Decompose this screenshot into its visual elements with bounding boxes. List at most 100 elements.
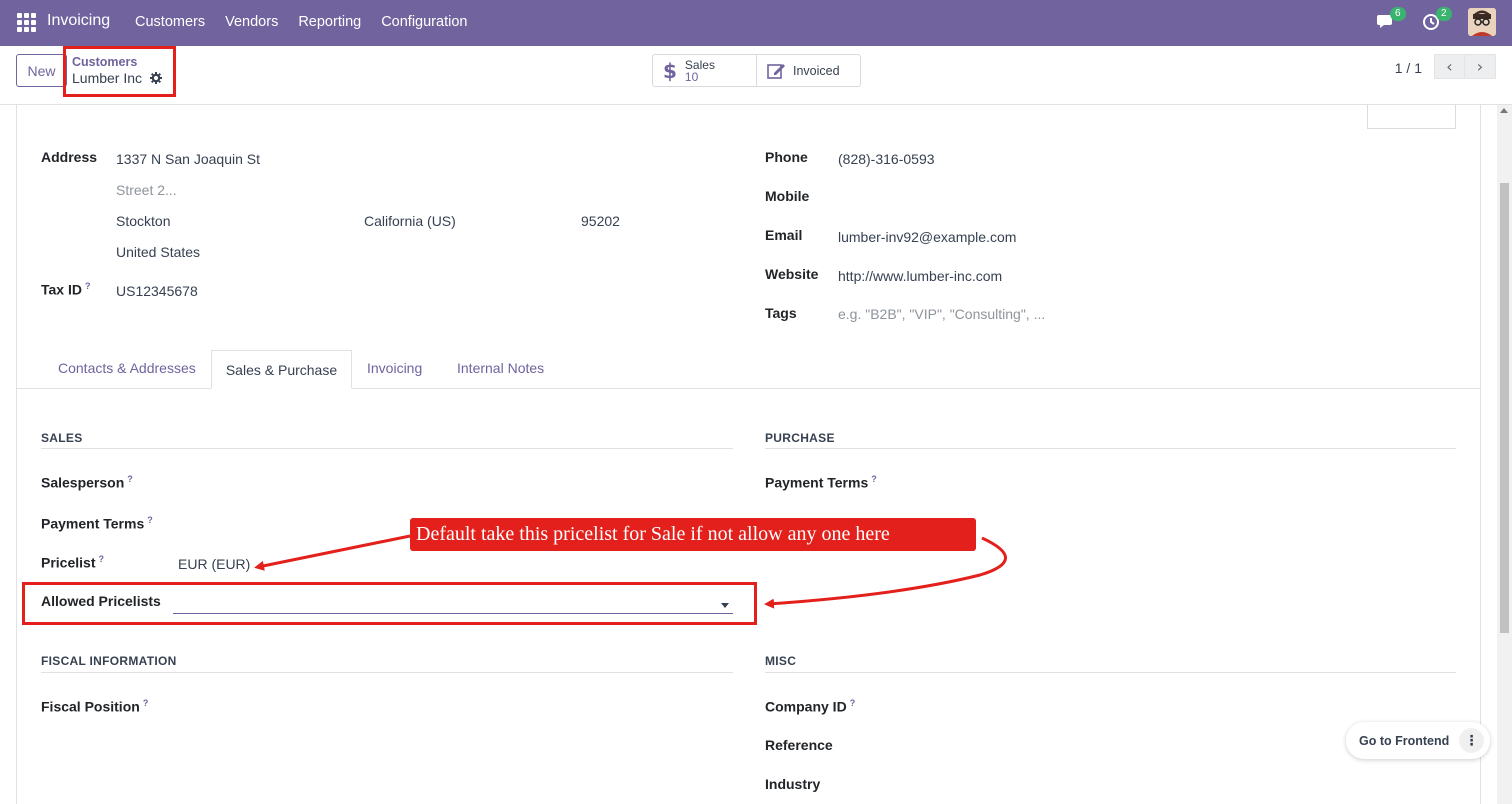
navbar-systray: 6 2: [1376, 7, 1496, 36]
pricelist-label: Pricelist?: [41, 554, 104, 571]
top-navbar: Invoicing Customers Vendors Reporting Co…: [0, 0, 1512, 46]
mobile-label: Mobile: [765, 188, 810, 204]
more-options-icon[interactable]: ⋮: [1459, 728, 1484, 753]
go-to-frontend-button[interactable]: Go to Frontend: [1359, 734, 1449, 748]
dollar-icon: $: [663, 58, 677, 83]
record-name: Lumber Inc: [72, 70, 143, 86]
allowed-pricelists-input[interactable]: [173, 613, 733, 614]
fiscal-divider: [41, 672, 733, 673]
invoiced-label: Invoiced: [793, 63, 840, 78]
industry-label: Industry: [765, 776, 821, 792]
tab-contacts-addresses[interactable]: Contacts & Addresses: [58, 360, 196, 376]
email-field[interactable]: lumber-inv92@example.com: [838, 229, 1016, 245]
tab-invoicing[interactable]: Invoicing: [367, 360, 422, 376]
chevron-right-icon: ›: [1476, 57, 1484, 76]
purchase-divider: [765, 448, 1456, 449]
fiscal-section-title: FISCAL INFORMATION: [41, 654, 177, 668]
sales-payment-terms-label: Payment Terms?: [41, 515, 153, 532]
menu-vendors[interactable]: Vendors: [225, 14, 278, 30]
control-panel: New Customers Lumber Inc $ Sales 10 Invo…: [0, 46, 1512, 105]
tags-field[interactable]: e.g. "B2B", "VIP", "Consulting", ...: [838, 306, 1045, 322]
allowed-pricelists-label: Allowed Pricelists: [41, 593, 161, 609]
breadcrumb-parent[interactable]: Customers: [72, 55, 137, 69]
pricelist-label-text: Pricelist: [41, 554, 96, 571]
fiscal-position-label-text: Fiscal Position: [41, 698, 140, 715]
country-field[interactable]: United States: [116, 244, 200, 260]
caret-down-icon[interactable]: [721, 603, 729, 608]
smart-buttons: $ Sales 10 Invoiced: [652, 54, 861, 87]
main-menu: Customers Vendors Reporting Configuratio…: [135, 14, 487, 30]
phone-field[interactable]: (828)-316-0593: [838, 151, 935, 167]
chevron-left-icon: ‹: [1446, 57, 1453, 76]
help-icon[interactable]: ?: [147, 515, 153, 525]
help-icon[interactable]: ?: [850, 698, 856, 708]
scrollbar-thumb[interactable]: [1500, 183, 1509, 633]
form-sheet: [16, 105, 1481, 804]
sales-label: Sales: [684, 57, 715, 72]
website-field[interactable]: http://www.lumber-inc.com: [838, 268, 1002, 284]
street2-field[interactable]: Street 2...: [116, 182, 177, 198]
pager-buttons: ‹ ›: [1434, 54, 1496, 79]
gear-icon[interactable]: [150, 72, 163, 84]
annotation-callout: Default take this pricelist for Sale if …: [410, 518, 976, 551]
reference-label: Reference: [765, 737, 833, 753]
fiscal-position-label: Fiscal Position?: [41, 698, 148, 715]
sales-smart-button[interactable]: $ Sales 10: [653, 55, 756, 86]
new-button[interactable]: New: [16, 54, 67, 87]
activities-button[interactable]: 2: [1422, 7, 1452, 35]
tab-sales-purchase[interactable]: Sales & Purchase: [211, 350, 352, 389]
salesperson-label-text: Salesperson: [41, 474, 125, 491]
tags-label: Tags: [765, 305, 797, 321]
menu-reporting[interactable]: Reporting: [298, 14, 361, 30]
sales-section-title: SALES: [41, 431, 83, 445]
email-label: Email: [765, 227, 803, 243]
avatar-image-slot[interactable]: [1367, 105, 1456, 129]
phone-label: Phone: [765, 149, 808, 165]
zip-field[interactable]: 95202: [581, 213, 620, 229]
city-field[interactable]: Stockton: [116, 213, 170, 229]
company-id-label: Company ID?: [765, 698, 855, 715]
breadcrumb-current: Lumber Inc: [72, 70, 163, 86]
address-label: Address: [41, 149, 98, 165]
help-icon[interactable]: ?: [871, 474, 877, 484]
purchase-section-title: PURCHASE: [765, 431, 835, 445]
purchase-payment-terms-label: Payment Terms?: [765, 474, 877, 491]
app-name[interactable]: Invoicing: [47, 12, 110, 30]
company-id-label-text: Company ID: [765, 698, 847, 715]
user-avatar[interactable]: [1468, 8, 1496, 36]
tab-internal-notes[interactable]: Internal Notes: [457, 360, 544, 376]
scroll-up-icon[interactable]: [1500, 108, 1508, 113]
misc-divider: [765, 672, 1456, 673]
help-icon[interactable]: ?: [143, 698, 149, 708]
salesperson-label: Salesperson?: [41, 474, 133, 491]
sales-payment-terms-label-text: Payment Terms: [41, 515, 145, 532]
edit-icon: [767, 63, 785, 79]
pricelist-field[interactable]: EUR (EUR): [178, 556, 250, 572]
previous-button[interactable]: ‹: [1434, 54, 1465, 79]
messages-badge: 6: [1390, 7, 1406, 21]
tax-id-label: Tax ID?: [41, 281, 90, 298]
apps-grid-icon[interactable]: [17, 13, 36, 32]
activities-badge: 2: [1436, 7, 1452, 21]
sales-smart-text: Sales 10: [685, 59, 715, 83]
invoiced-smart-button[interactable]: Invoiced: [756, 55, 860, 86]
state-field[interactable]: California (US): [364, 213, 456, 229]
messages-button[interactable]: 6: [1376, 7, 1406, 35]
website-label: Website: [765, 266, 819, 282]
tax-id-field[interactable]: US12345678: [116, 283, 198, 299]
misc-section-title: MISC: [765, 654, 797, 668]
help-icon[interactable]: ?: [85, 281, 91, 291]
user-avatar-image: [1468, 8, 1496, 36]
sales-divider: [41, 448, 733, 449]
help-icon[interactable]: ?: [127, 474, 133, 484]
menu-configuration[interactable]: Configuration: [381, 14, 467, 30]
purchase-payment-terms-label-text: Payment Terms: [765, 474, 869, 491]
tax-id-label-text: Tax ID: [41, 281, 82, 298]
street-field[interactable]: 1337 N San Joaquin St: [116, 151, 260, 167]
menu-customers[interactable]: Customers: [135, 14, 205, 30]
pager-value[interactable]: 1 / 1: [1395, 60, 1422, 76]
help-icon[interactable]: ?: [98, 554, 104, 564]
next-button[interactable]: ›: [1465, 54, 1496, 79]
sales-count: 10: [684, 69, 699, 84]
go-to-frontend-widget: Go to Frontend ⋮: [1346, 722, 1490, 759]
